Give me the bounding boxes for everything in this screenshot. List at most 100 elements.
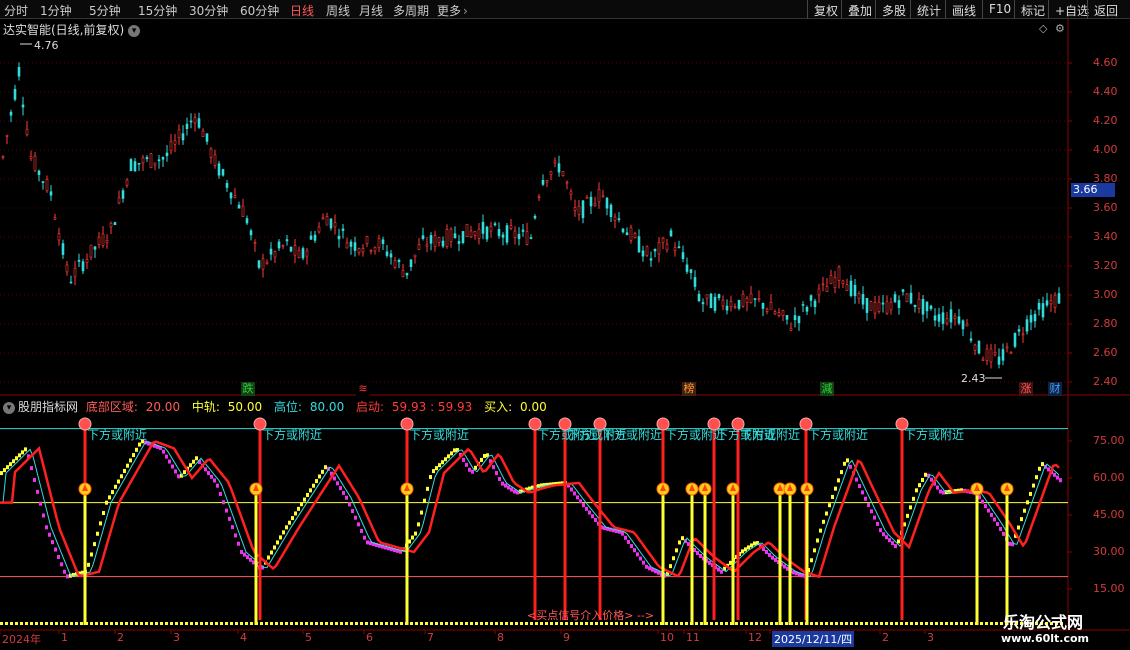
oscillator-step — [192, 459, 195, 464]
chevron-down-icon[interactable]: ▾ — [3, 401, 15, 414]
oscillator-step — [45, 525, 48, 530]
baseline-dot — [785, 622, 788, 625]
baseline-dot — [920, 622, 923, 625]
oscillator-step — [993, 517, 996, 522]
candle-body — [57, 233, 61, 241]
candle-body — [441, 240, 445, 247]
baseline-dot — [110, 622, 113, 625]
baseline-dot — [305, 622, 308, 625]
oscillator-step — [855, 477, 858, 482]
oscillator-step — [822, 519, 825, 524]
signal-text: 下方或附近 — [808, 428, 869, 442]
watermark-title: 乐淘公式网 — [1003, 613, 1084, 632]
oscillator-step — [174, 469, 177, 474]
baseline-dot — [125, 622, 128, 625]
event-marker-rise[interactable]: 涨 — [1019, 382, 1033, 396]
candle-body — [1017, 329, 1021, 332]
event-marker-fall[interactable]: 跌 — [241, 382, 255, 396]
candle-body — [1, 155, 5, 158]
candle-body — [809, 295, 813, 301]
baseline-dot — [730, 622, 733, 625]
oscillator-step — [222, 500, 225, 505]
event-marker-reduce[interactable]: 減 — [820, 382, 834, 396]
oscillator-step — [843, 461, 846, 466]
baseline-dot — [40, 622, 43, 625]
baseline-dot — [440, 622, 443, 625]
price-label: 2.60 — [1093, 346, 1118, 359]
oscillator-step — [582, 503, 585, 508]
oscillator-step — [921, 477, 924, 482]
baseline-dot — [420, 622, 423, 625]
baseline-dot — [485, 622, 488, 625]
signal-text: 下方或附近 — [409, 428, 470, 442]
chart-canvas[interactable] — [0, 0, 1130, 650]
oscillator-step — [720, 569, 723, 574]
candle-body — [49, 191, 53, 196]
baseline-dot — [505, 622, 508, 625]
event-marker-list[interactable]: 榜 — [682, 382, 696, 396]
oscillator-step — [423, 498, 426, 503]
event-marker-wave[interactable]: ≋ — [356, 382, 370, 396]
baseline-dot — [200, 622, 203, 625]
candle-body — [245, 218, 249, 224]
baseline-dot — [960, 622, 963, 625]
baseline-dot — [105, 622, 108, 625]
candle-body — [1029, 315, 1033, 323]
baseline-dot — [680, 622, 683, 625]
oscillator-step — [507, 485, 510, 490]
candle-body — [217, 163, 221, 176]
candle-body — [901, 289, 905, 292]
oscillator-step — [210, 474, 213, 479]
event-marker-finance[interactable]: 财 — [1048, 382, 1062, 396]
price-label: 3.20 — [1093, 259, 1118, 272]
candle-body — [581, 200, 585, 219]
baseline-dot — [685, 622, 688, 625]
candle-body — [165, 152, 169, 157]
candle-body — [1013, 333, 1017, 347]
baseline-dot — [320, 622, 323, 625]
oscillator-step — [483, 453, 486, 458]
high-price-marker: 4.76 — [34, 39, 59, 52]
oscillator-step — [246, 555, 249, 560]
oscillator-step — [930, 477, 933, 482]
candle-body — [593, 203, 597, 207]
baseline-dot — [455, 622, 458, 625]
date-label: 11 — [686, 631, 700, 644]
candle-body — [69, 281, 73, 284]
candle-body — [845, 284, 849, 291]
candle-body — [725, 305, 729, 311]
candle-body — [617, 218, 621, 220]
baseline-dot — [335, 622, 338, 625]
oscillator-step — [474, 465, 477, 470]
candle-body — [105, 240, 109, 243]
oscillator-step — [642, 560, 645, 565]
baseline-dot — [955, 622, 958, 625]
baseline-dot — [155, 622, 158, 625]
oscillator-step — [846, 458, 849, 463]
candle-body — [965, 323, 969, 327]
candle-body — [33, 155, 37, 171]
signal-text: 下方或附近 — [262, 428, 323, 442]
candle-body — [229, 192, 233, 199]
oscillator-step — [510, 487, 513, 492]
date-label: 5 — [305, 631, 312, 644]
oscillator-step — [162, 449, 165, 454]
baseline-dot — [265, 622, 268, 625]
baseline-dot — [760, 622, 763, 625]
candle-body — [761, 303, 765, 309]
baseline-dot — [215, 622, 218, 625]
candle-body — [1049, 300, 1053, 305]
candle-body — [557, 163, 561, 173]
baseline-dot — [290, 622, 293, 625]
oscillator-step — [468, 467, 471, 472]
oscillator-step — [669, 564, 672, 569]
baseline-dot — [695, 622, 698, 625]
oscillator-step — [585, 506, 588, 511]
legend-high-level: 高位: 80.00 — [273, 400, 345, 414]
candle-body — [641, 250, 645, 257]
indicator-name[interactable]: 股朋指标网 — [18, 400, 78, 414]
oscillator-step — [867, 503, 870, 508]
baseline-dot — [450, 622, 453, 625]
candle-body — [793, 315, 797, 321]
candle-body — [1021, 333, 1025, 336]
